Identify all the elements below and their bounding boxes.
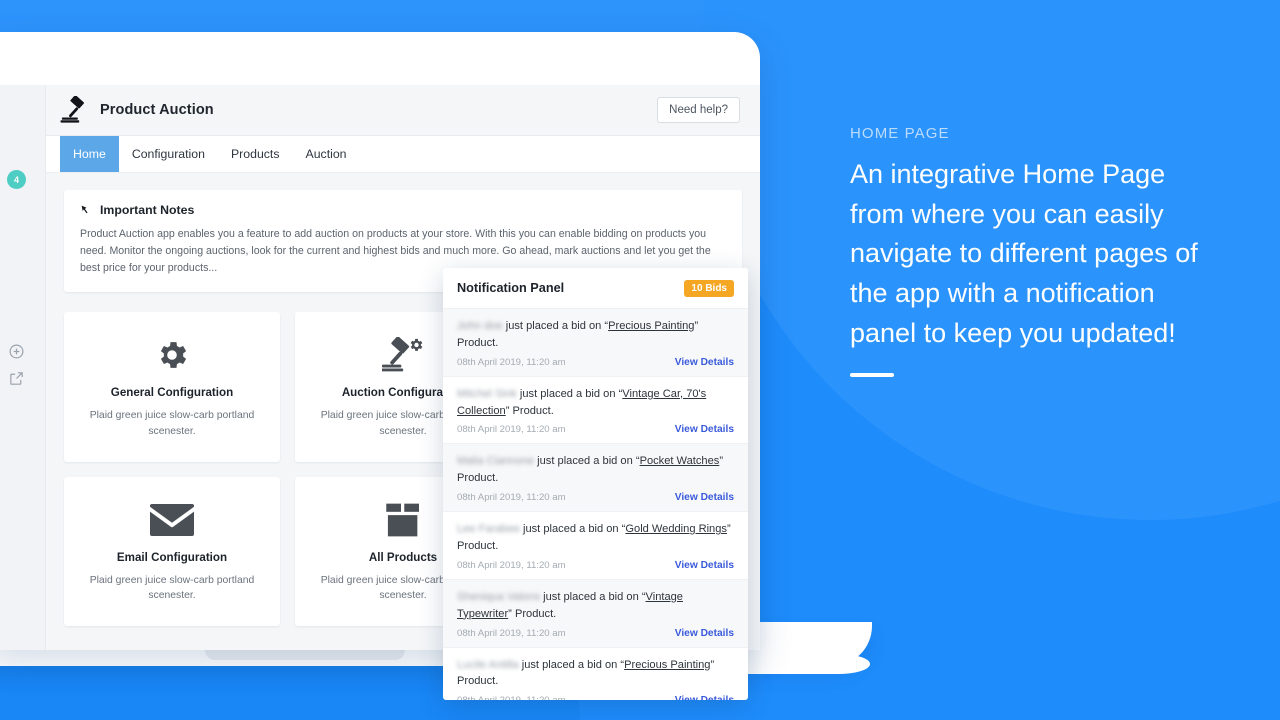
notification-user: Malia Ciannone [457,455,535,468]
laptop-foot [742,654,870,674]
notification-item[interactable]: Sheniqua Valons just placed a bid on “ Vi… [443,579,748,648]
notification-middle: just placed a bid on “ [518,658,625,671]
notification-meta: 08th April 2019, 11:20 am View Details [457,628,734,639]
card-title: Email Configuration [116,550,228,564]
notification-time: 08th April 2019, 11:20 am [457,492,566,504]
notification-user: Mitchel Sink [457,387,517,400]
view-details-link[interactable]: View Details [675,695,734,700]
card-description: Plaid green juice slow-carb portland sce… [89,574,255,602]
gavel-icon [60,96,90,124]
card-email-configuration[interactable]: Email Configuration Plaid green juice sl… [64,476,280,626]
notification-text: Mitchel Sink just placed a bid on “Vinta… [457,386,734,420]
notification-text: Malia Ciannone just placed a bid on “Poc… [457,453,734,487]
view-details-link[interactable]: View Details [675,492,734,503]
card-title: General Configuration [110,386,234,400]
sidebar-rail: 4 [0,85,46,650]
notification-meta: 08th April 2019, 11:20 am View Details [457,424,734,435]
tab-bar: Home Configuration Products Auction [46,136,760,173]
notification-text: Lucile Antilla just placed a bid on “Pre… [457,657,734,691]
notification-text: Lee Farabee just placed a bid on “Gold W… [457,521,734,555]
notification-panel: Notification Panel 10 Bids John doe just… [443,268,748,700]
notification-text: Sheniqua Valons just placed a bid on “Vi… [457,589,734,623]
notification-item[interactable]: Malia Ciannone just placed a bid on “Poc… [443,444,748,513]
notification-time: 08th April 2019, 11:20 am [457,356,566,368]
notification-user: Lee Farabee [457,523,520,536]
important-notes-title: Important Notes [100,203,195,217]
notification-product[interactable]: Precious Painting [608,320,694,332]
notification-middle: just placed a bid on “ [516,387,623,400]
notification-text: John doe just placed a bid on “Precious … [457,318,734,352]
pin-icon [80,204,93,217]
notification-time: 08th April 2019, 11:20 am [457,695,566,700]
rail-notification-badge[interactable]: 4 [7,170,26,189]
tab-auction[interactable]: Auction [293,136,360,172]
notification-middle: just placed a bid on “ [534,455,640,468]
notification-suffix: ” Product. [508,607,557,620]
view-details-link[interactable]: View Details [675,628,734,639]
promo-kicker: HOME PAGE [850,125,950,142]
notification-meta: 08th April 2019, 11:20 am View Details [457,560,734,571]
notification-middle: just placed a bid on “ [502,320,609,332]
screenshot-root: 4 Product Auction Need help? Home Config… [0,0,1280,720]
tab-home[interactable]: Home [60,136,119,172]
card-general-configuration[interactable]: General Configuration Plaid green juice … [64,312,280,462]
notification-item[interactable]: Mitchel Sink just placed a bid on “Vinta… [443,377,748,445]
notification-time: 08th April 2019, 11:20 am [457,627,566,639]
tab-products[interactable]: Products [218,136,293,172]
notification-item[interactable]: John doe just placed a bid on “Precious … [443,309,748,377]
notification-meta: 08th April 2019, 11:20 am View Details [457,357,734,368]
promo-headline: An integrative Home Page from where you … [850,159,1198,348]
card-description: Plaid green juice slow-carb portland sce… [89,410,255,438]
plus-circle-icon[interactable] [8,343,25,360]
notification-user: John doe [457,320,503,332]
notification-meta: 08th April 2019, 11:20 am View Details [457,695,734,700]
important-notes-header: Important Notes [80,203,726,217]
notification-suffix: ” Product. [505,404,554,417]
tab-configuration[interactable]: Configuration [119,136,218,172]
view-details-link[interactable]: View Details [675,424,734,435]
notification-panel-header: Notification Panel 10 Bids [443,268,748,309]
app-title: Product Auction [100,102,214,118]
need-help-button[interactable]: Need help? [657,97,740,123]
notification-item[interactable]: Lee Farabee just placed a bid on “Gold W… [443,512,748,580]
notification-product[interactable]: Gold Wedding Rings [625,523,727,535]
envelope-icon [76,501,268,539]
promo-underline [850,373,894,378]
external-link-icon[interactable] [8,370,25,387]
app-brand: Product Auction [60,96,214,124]
notification-panel-title: Notification Panel [457,281,565,295]
notification-user: Sheniqua Valons [457,590,541,603]
notification-time: 08th April 2019, 11:20 am [457,559,566,571]
notification-user: Lucile Antilla [457,658,519,671]
gear-icon [76,336,268,374]
view-details-link[interactable]: View Details [675,357,734,368]
notification-meta: 08th April 2019, 11:20 am View Details [457,492,734,503]
view-details-link[interactable]: View Details [675,560,734,571]
notification-middle: just placed a bid on “ [519,523,626,536]
promo-panel: HOME PAGE An integrative Home Page from … [850,125,1220,378]
notification-product[interactable]: Pocket Watches [640,455,720,467]
bids-count-badge: 10 Bids [684,279,734,297]
notification-product[interactable]: Precious Painting [624,659,710,671]
notification-time: 08th April 2019, 11:20 am [457,424,566,436]
app-header: Product Auction Need help? [46,85,760,136]
notification-item[interactable]: Lucile Antilla just placed a bid on “Pre… [443,648,748,700]
notification-middle: just placed a bid on “ [540,590,646,603]
